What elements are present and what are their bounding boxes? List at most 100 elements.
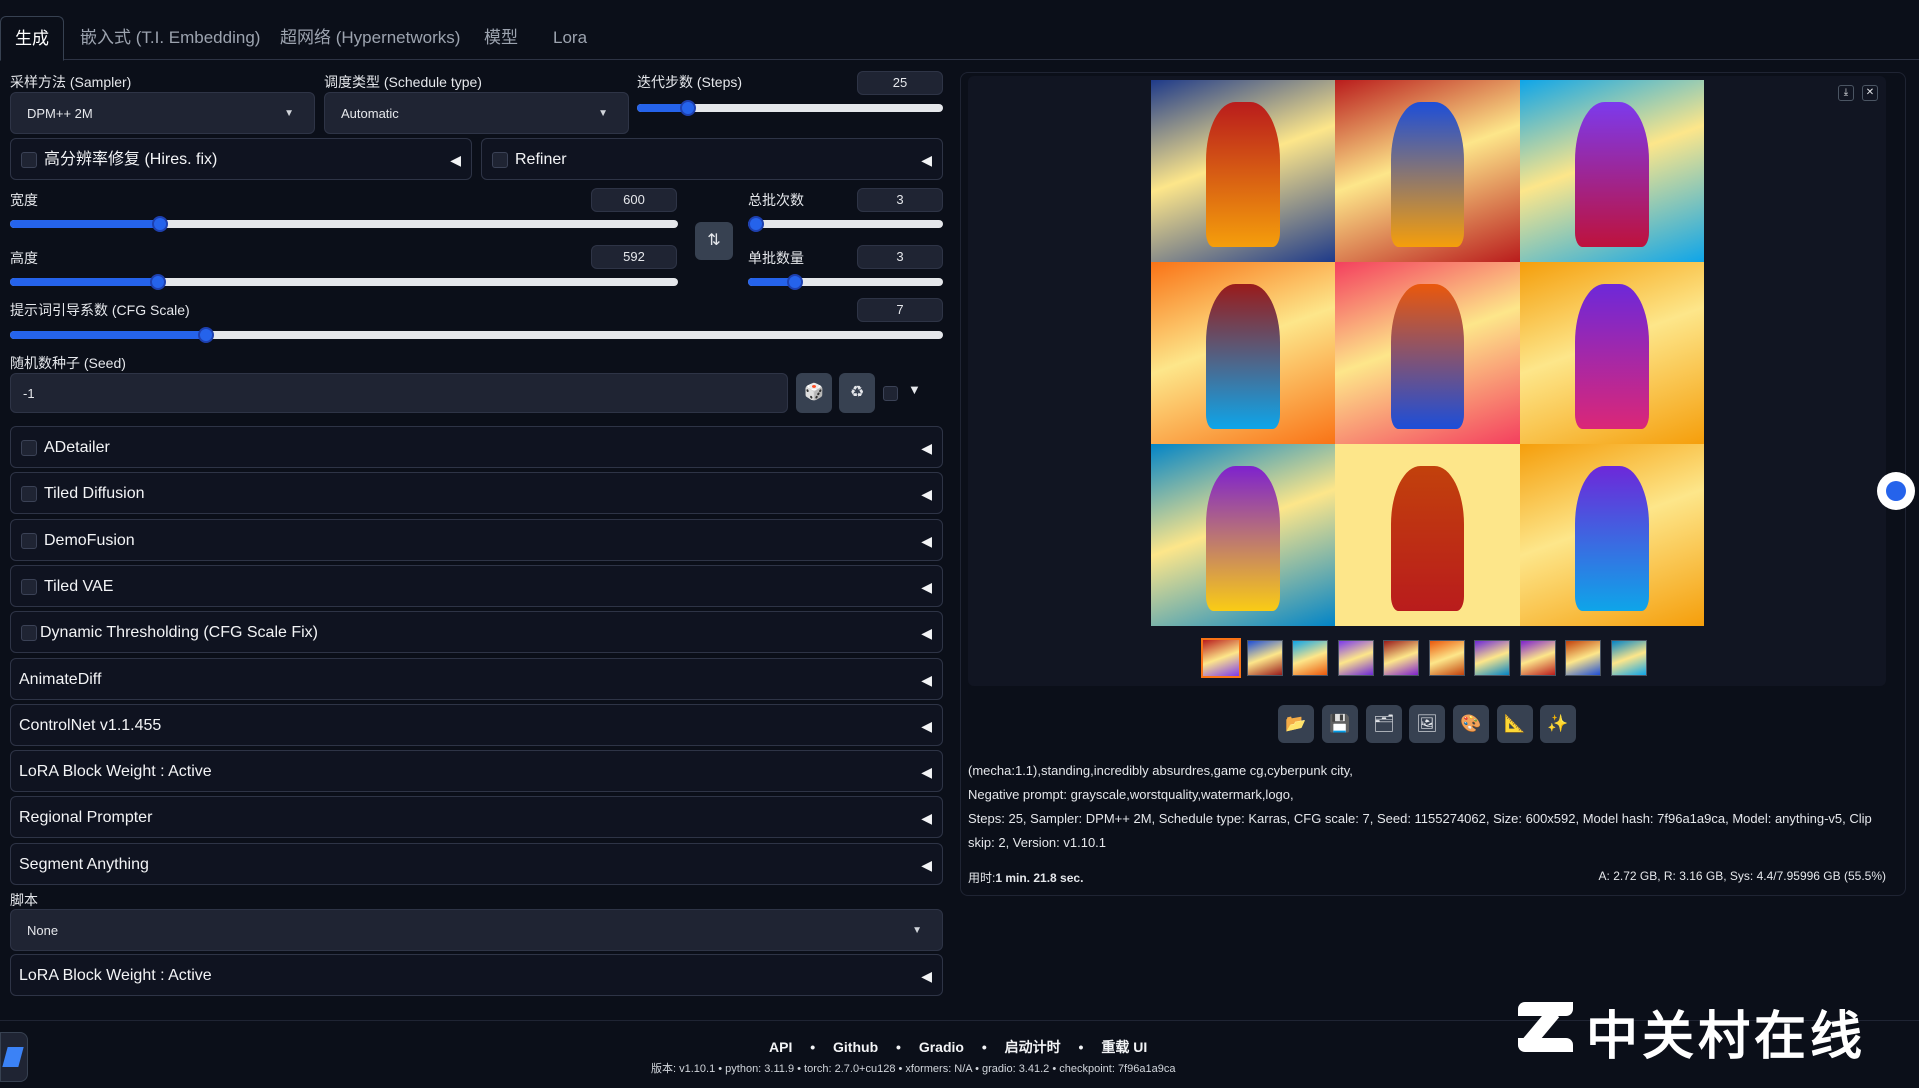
swap-dimensions-button[interactable]: ⇅: [695, 222, 733, 260]
width-input[interactable]: 600: [591, 188, 677, 212]
gallery-thumbnail[interactable]: [1292, 640, 1328, 676]
schedule-dropdown[interactable]: Automatic ▼: [324, 92, 629, 134]
gallery-thumbnail[interactable]: [1519, 640, 1556, 676]
accordion-checkbox[interactable]: [21, 440, 37, 456]
tab-embedding[interactable]: 嵌入式 (T.I. Embedding): [80, 16, 260, 60]
batch-count-slider[interactable]: [747, 216, 943, 232]
accordion-animatediff[interactable]: AnimateDiff ◀: [10, 657, 943, 700]
script-value: None: [27, 923, 59, 938]
batch-size-slider-handle[interactable]: [786, 274, 803, 290]
accordion-segment-anything[interactable]: Segment Anything ◀: [10, 842, 943, 885]
tab-hypernetworks[interactable]: 超网络 (Hypernetworks): [280, 16, 460, 60]
batch-size-slider[interactable]: [748, 274, 943, 290]
hires-fix-accordion[interactable]: 高分辨率修复 (Hires. fix) ◀: [10, 138, 472, 180]
sampler-dropdown[interactable]: DPM++ 2M ▼: [10, 92, 315, 134]
send-to-img2img-icon[interactable]: 🖼: [1409, 705, 1445, 743]
accordion-tiled-vae[interactable]: Tiled VAE ◀: [10, 564, 943, 607]
accordion-controlnet-v1-1-455[interactable]: ControlNet v1.1.455 ◀: [10, 703, 943, 746]
footer-link-reload-ui[interactable]: 重载 UI: [1101, 1039, 1147, 1055]
accordion-label: ControlNet v1.1.455: [19, 716, 162, 734]
gallery-thumbnail[interactable]: [1337, 640, 1374, 676]
tab-lora[interactable]: Lora: [553, 16, 587, 60]
accordion-label: Tiled Diffusion: [44, 485, 145, 503]
gallery-thumbnail[interactable]: [1610, 640, 1647, 676]
zol-logo-icon: [1518, 1002, 1573, 1052]
accordion-checkbox[interactable]: [21, 532, 37, 549]
batch-size-input[interactable]: 3: [857, 245, 943, 269]
sparkle-icon[interactable]: ✨: [1540, 705, 1576, 743]
download-icon[interactable]: ⤓: [1838, 85, 1854, 101]
accordion-label: Dynamic Thresholding (CFG Scale Fix): [40, 624, 319, 642]
cfg-slider[interactable]: [10, 327, 943, 343]
cfg-input[interactable]: 7: [857, 298, 943, 322]
generated-image-tile: [1335, 80, 1520, 262]
accordion-checkbox[interactable]: [21, 625, 37, 642]
send-to-inpaint-icon[interactable]: 🎨: [1453, 705, 1489, 743]
batch-count-label: 总批次数: [748, 192, 804, 208]
open-folder-icon[interactable]: 📂: [1278, 705, 1314, 743]
reuse-seed-button[interactable]: ♻: [839, 373, 875, 413]
accordion-adetailer[interactable]: ADetailer ◀: [10, 426, 943, 468]
generated-image-tile: [1151, 80, 1336, 262]
accordion-checkbox[interactable]: [21, 578, 37, 595]
generated-image-grid[interactable]: [1151, 80, 1704, 626]
sampler-value: DPM++ 2M: [27, 106, 93, 121]
tab-generate[interactable]: 生成: [0, 16, 64, 61]
collapse-arrow-icon: ◀: [921, 810, 932, 827]
footer-link-gradio[interactable]: Gradio: [919, 1039, 964, 1055]
steps-input[interactable]: 25: [857, 71, 943, 95]
caret-down-icon[interactable]: ▼: [908, 382, 921, 397]
refiner-checkbox[interactable]: [492, 152, 508, 168]
script-dropdown[interactable]: None ▼: [10, 909, 943, 951]
accordion-lora-block-weight-active[interactable]: LoRA Block Weight : Active ◀: [10, 750, 943, 793]
steps-slider-handle[interactable]: [680, 100, 697, 116]
footer-link-api[interactable]: API: [769, 1039, 792, 1055]
height-input[interactable]: 592: [591, 245, 677, 269]
height-slider[interactable]: [10, 274, 678, 290]
collapse-arrow-icon: ◀: [921, 440, 932, 456]
batch-count-slider-handle[interactable]: [747, 216, 764, 232]
accordion-tiled-diffusion[interactable]: Tiled Diffusion ◀: [10, 472, 943, 515]
gallery-thumbnail[interactable]: [1246, 640, 1283, 676]
accordion-checkbox[interactable]: [21, 486, 37, 503]
accordion-demofusion[interactable]: DemoFusion ◀: [10, 518, 943, 561]
batch-count-input[interactable]: 3: [857, 188, 943, 212]
send-to-extras-icon[interactable]: 📐: [1497, 705, 1533, 743]
separator: •: [896, 1039, 901, 1055]
tab-models[interactable]: 模型: [484, 16, 518, 60]
width-slider[interactable]: [10, 216, 678, 232]
app-corner-icon[interactable]: [0, 1032, 28, 1082]
footer-link-startup-profile[interactable]: 启动计时: [1005, 1039, 1061, 1055]
gallery-thumbnail[interactable]: [1565, 640, 1601, 676]
refiner-accordion[interactable]: Refiner ◀: [481, 138, 943, 180]
hires-fix-label: 高分辨率修复 (Hires. fix): [44, 151, 218, 168]
width-slider-handle[interactable]: [152, 216, 169, 232]
gallery-thumbnail[interactable]: [1428, 640, 1465, 676]
gallery-thumbnail[interactable]: [1383, 640, 1419, 676]
save-icon[interactable]: 💾: [1322, 705, 1358, 743]
steps-label: 迭代步数 (Steps): [637, 74, 743, 90]
floating-assistant-button[interactable]: [1877, 472, 1915, 510]
prompt-text: (mecha:1.1),standing,incredibly absurdre…: [968, 763, 1353, 778]
footer-link-github[interactable]: Github: [833, 1039, 878, 1055]
lora-block-weight-script-accordion[interactable]: LoRA Block Weight : Active ◀: [10, 954, 943, 996]
random-seed-button[interactable]: 🎲: [796, 373, 832, 413]
close-icon[interactable]: ✕: [1862, 85, 1878, 101]
collapse-arrow-icon: ◀: [921, 532, 932, 549]
cfg-slider-handle[interactable]: [197, 327, 214, 343]
accordion-dynamic-thresholding-cfg-scale-fix[interactable]: Dynamic Thresholding (CFG Scale Fix) ◀: [10, 611, 943, 654]
accordion-regional-prompter[interactable]: Regional Prompter ◀: [10, 796, 943, 839]
schedule-label: 调度类型 (Schedule type): [324, 74, 482, 90]
generated-image-tile: [1519, 444, 1704, 626]
mecha-figure: [1206, 101, 1281, 248]
gallery-thumbnail[interactable]: [1474, 640, 1510, 676]
extra-seed-checkbox[interactable]: [883, 386, 898, 401]
height-slider-handle[interactable]: [149, 274, 166, 290]
accordion-label: LoRA Block Weight : Active: [19, 763, 212, 781]
seed-input[interactable]: -1: [10, 373, 788, 413]
gallery-thumbnail[interactable]: [1201, 638, 1241, 678]
steps-slider[interactable]: [637, 100, 943, 116]
generated-image-tile: [1151, 444, 1336, 626]
zip-icon[interactable]: 🗂: [1366, 705, 1402, 743]
hires-fix-checkbox[interactable]: [21, 152, 37, 168]
